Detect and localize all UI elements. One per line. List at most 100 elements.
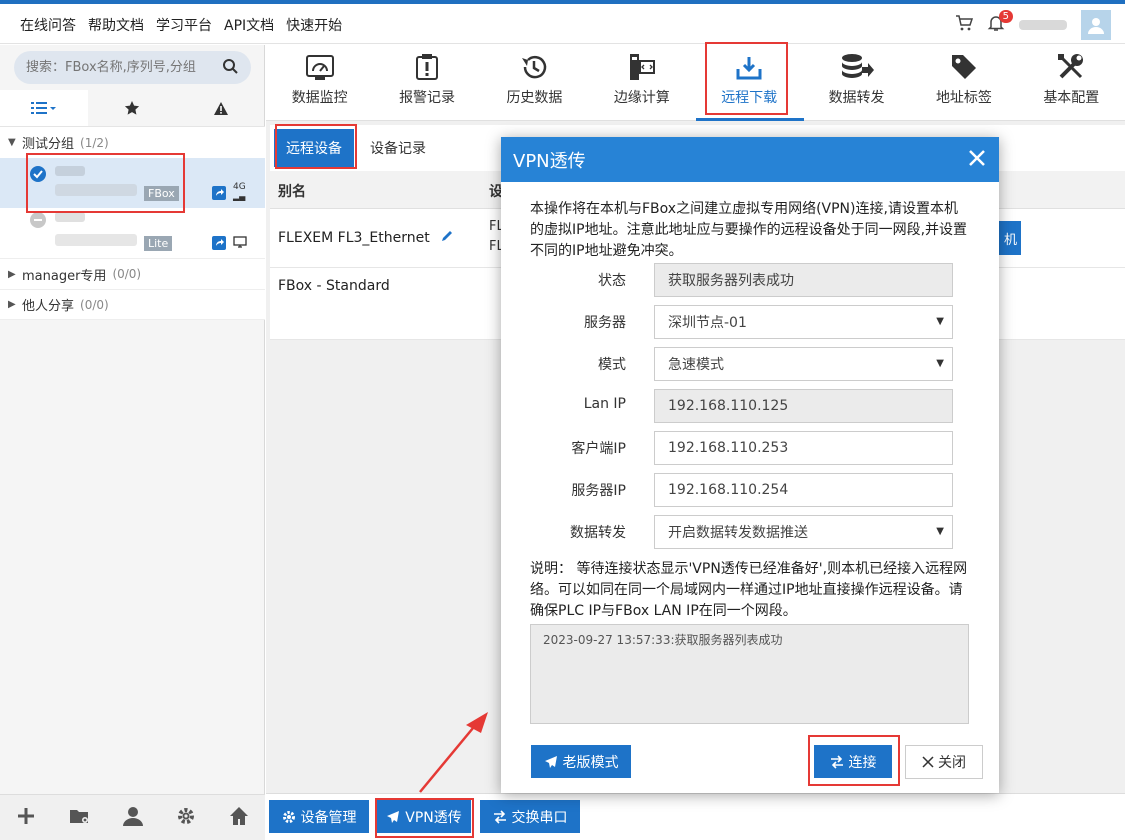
dropdown-arrow-icon: ▼ (936, 316, 944, 327)
tab-device-records[interactable]: 设备记录 (358, 129, 438, 167)
dialog-intro: 本操作将在本机与FBox之间建立虚拟专用网络(VPN)连接,请设置本机的虚拟IP… (530, 201, 968, 259)
tab-favorites[interactable] (88, 90, 176, 126)
group-count: (0/0) (112, 267, 142, 281)
serial-exchange-button[interactable]: 交换串口 (480, 800, 580, 833)
tool-basic-config[interactable]: 基本配置 (1018, 45, 1125, 121)
dropdown-arrow-icon: ▼ (936, 526, 944, 537)
label-data-forward: 数据转发 (570, 525, 626, 541)
caret-right-icon[interactable]: ▶ (8, 269, 22, 280)
close-icon (922, 756, 934, 768)
edit-pencil-icon[interactable] (440, 229, 454, 243)
dialog-header: VPN透传 (501, 137, 999, 182)
group-name: 测试分组 (22, 137, 75, 152)
mode-select[interactable]: 急速模式 ▼ (654, 347, 953, 381)
device-row-lite[interactable]: Lite (0, 208, 265, 258)
database-forward-icon (841, 54, 874, 78)
server-select[interactable]: 深圳节点-01 ▼ (654, 305, 953, 339)
tab-remote-devices[interactable]: 远程设备 (274, 129, 354, 167)
device-search (14, 51, 251, 84)
vpn-dialog: VPN透传 本操作将在本机与FBox之间建立虚拟专用网络(VPN)连接,请设置本… (501, 137, 999, 793)
avatar[interactable] (1081, 10, 1111, 40)
swap-arrows-icon (493, 809, 506, 824)
tag-icon (951, 55, 976, 79)
search-input[interactable] (14, 51, 214, 84)
top-right-tools: 5 (955, 10, 1111, 40)
device-row-fbox[interactable]: FBox 4G ▂▄ (0, 158, 265, 208)
tool-remote-download[interactable]: 远程下载 (695, 45, 804, 121)
link-help-docs[interactable]: 帮助文档 (88, 15, 144, 35)
tab-list-view[interactable] (0, 90, 89, 126)
label-mode: 模式 (598, 357, 626, 373)
label-lan-ip: Lan IP (583, 396, 626, 412)
list-icon (31, 102, 57, 114)
notification-button[interactable]: 5 (987, 10, 1013, 36)
device-serial-redacted (55, 184, 137, 196)
server-ip-input[interactable]: 192.168.110.254 (654, 473, 953, 507)
top-navbar: 在线问答 帮助文档 学习平台 API文档 快速开始 5 (0, 4, 1125, 44)
gear-icon[interactable] (176, 806, 196, 830)
history-icon (522, 55, 547, 79)
feature-toolbar: 数据监控 报警记录 历史数据 边缘计算 远程下载 数据转发 地址标签 基本配置 (266, 45, 1125, 121)
row-alias: FLEXEM FL3_Ethernet (278, 229, 454, 246)
device-type-tag: Lite (144, 236, 173, 251)
group-shared[interactable]: ▶ 他人分享 (0/0) (0, 289, 265, 320)
caret-right-icon[interactable]: ▶ (8, 299, 22, 310)
group-test[interactable]: ▼ 测试分组 (1/2) (0, 127, 265, 158)
tool-alarm-records[interactable]: 报警记录 (373, 45, 480, 121)
link-online-qa[interactable]: 在线问答 (20, 15, 76, 35)
label-server-ip: 服务器IP (571, 483, 626, 499)
share-icon[interactable] (212, 186, 226, 204)
home-icon[interactable] (229, 806, 249, 830)
notification-badge: 5 (998, 10, 1013, 23)
tool-edge-computing[interactable]: 边缘计算 (588, 45, 695, 121)
group-name: 他人分享 (22, 299, 75, 314)
sidebar-bottom-tools (0, 794, 265, 840)
device-serial-redacted (55, 234, 137, 246)
vpn-button[interactable]: VPN透传 (377, 800, 471, 833)
sidebar: ▼ 测试分组 (1/2) FBox 4G▂▄ Lite (0, 45, 265, 840)
search-icon[interactable] (222, 58, 239, 79)
tool-history-data[interactable]: 历史数据 (481, 45, 588, 121)
legacy-mode-button[interactable]: 老版模式 (531, 745, 631, 778)
link-quick-start[interactable]: 快速开始 (286, 15, 342, 35)
link-learning[interactable]: 学习平台 (156, 15, 212, 35)
lan-monitor-icon (233, 236, 247, 251)
caret-down-icon[interactable]: ▼ (8, 137, 22, 148)
swap-arrows-icon (830, 754, 843, 769)
link-api-docs[interactable]: API文档 (224, 15, 274, 35)
username[interactable] (1019, 20, 1067, 30)
data-forward-select[interactable]: 开启数据转发数据推送 ▼ (654, 515, 953, 549)
connect-button[interactable]: 连接 (814, 745, 892, 778)
tool-data-forward[interactable]: 数据转发 (803, 45, 910, 121)
device-manage-button[interactable]: 设备管理 (269, 800, 369, 833)
group-count: (1/2) (80, 135, 109, 150)
dropdown-arrow-icon: ▼ (936, 358, 944, 369)
tool-data-monitor[interactable]: 数据监控 (266, 45, 373, 121)
code-file-icon (629, 54, 655, 80)
tools-icon (1058, 54, 1084, 79)
row-action-button[interactable]: 机 (997, 221, 1021, 255)
client-ip-input[interactable]: 192.168.110.253 (654, 431, 953, 465)
bottom-action-bar: 设备管理 VPN透传 交换串口 (266, 793, 1125, 840)
dialog-close-button[interactable]: 关闭 (905, 745, 983, 779)
device-name-redacted (55, 166, 85, 176)
tool-address-tags[interactable]: 地址标签 (910, 45, 1017, 121)
add-icon[interactable] (16, 806, 36, 830)
dialog-title: VPN透传 (513, 150, 586, 172)
status-field: 获取服务器列表成功 (654, 263, 953, 297)
alarm-clipboard-icon (416, 54, 439, 80)
download-icon (736, 57, 762, 80)
close-icon[interactable] (967, 148, 987, 173)
cart-icon[interactable] (955, 14, 974, 36)
online-check-icon (30, 166, 46, 182)
signal-4g-icon: 4G ▂▄ (233, 182, 246, 201)
top-links: 在线问答 帮助文档 学习平台 API文档 快速开始 (20, 15, 342, 35)
group-manager[interactable]: ▶ manager专用 (0/0) (0, 258, 265, 289)
folder-settings-icon[interactable] (69, 807, 91, 829)
offline-status-icon (30, 212, 46, 228)
tab-alarms[interactable] (177, 90, 265, 126)
col-alias: 别名 (278, 184, 306, 200)
gear-icon (282, 810, 295, 823)
user-icon[interactable] (123, 806, 144, 830)
share-icon[interactable] (212, 236, 226, 254)
